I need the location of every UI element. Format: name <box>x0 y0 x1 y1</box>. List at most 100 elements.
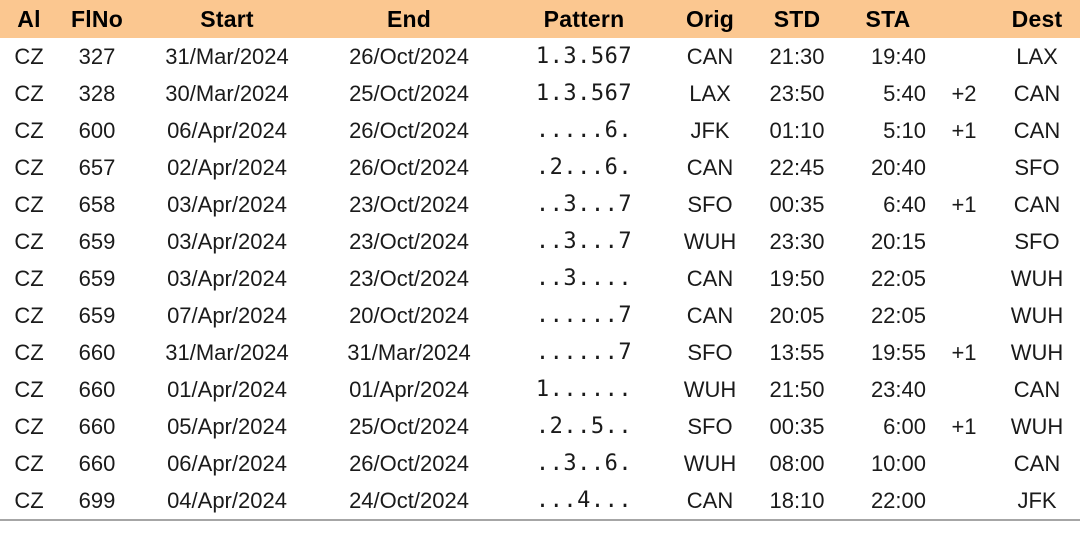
column-header-start: Start <box>200 6 254 32</box>
cell-sta: 10:00 <box>870 451 926 476</box>
cell-sta: 19:55 <box>870 340 926 365</box>
cell-offset <box>934 38 994 75</box>
cell-pattern: 1.3.567 <box>535 81 633 106</box>
cell-orig: WUH <box>683 229 737 254</box>
column-header-end: End <box>386 6 432 32</box>
cell-orig: CAN <box>686 44 734 69</box>
cell-end: 20/Oct/2024 <box>349 303 469 328</box>
table-row[interactable]: CZ 657 02/Apr/2024 26/Oct/2024 .2...6. CAN 22:… <box>0 149 1080 186</box>
cell-std: 13:55 <box>769 340 825 365</box>
cell-start: 03/Apr/2024 <box>167 192 287 217</box>
cell-pattern: ......7 <box>535 303 633 328</box>
cell-ai: CZ <box>14 303 44 328</box>
cell-sta: 22:05 <box>870 266 926 291</box>
cell-dest: SFO <box>1014 229 1060 254</box>
table-row[interactable]: CZ 600 06/Apr/2024 26/Oct/2024 .....6. JFK 01:… <box>0 112 1080 149</box>
table-row[interactable]: CZ 659 03/Apr/2024 23/Oct/2024 ..3...7 WUH 23:… <box>0 223 1080 260</box>
column-header-pattern: Pattern <box>543 6 625 32</box>
cell-pattern: 1.3.567 <box>535 44 633 69</box>
cell-sta: 22:00 <box>842 482 934 521</box>
cell-flno: 659 <box>78 266 116 291</box>
table-row[interactable]: CZ 660 31/Mar/2024 31/Mar/2024 ......7 SFO 13:… <box>0 334 1080 371</box>
cell-std: 00:35 <box>769 414 825 439</box>
cell-flno: 699 <box>58 482 136 521</box>
cell-ai: CZ <box>14 118 44 143</box>
cell-flno: 328 <box>78 81 116 106</box>
cell-offset <box>934 260 994 297</box>
cell-ai: CZ <box>14 155 44 180</box>
header-row: Al FlNo Start End Pattern Orig STD STA Dest <box>0 0 1080 38</box>
cell-offset <box>934 482 994 521</box>
cell-end: 26/Oct/2024 <box>349 118 469 143</box>
table-row[interactable]: CZ 660 06/Apr/2024 26/Oct/2024 ..3..6. WUH 08:… <box>0 445 1080 482</box>
cell-flno: 657 <box>78 155 116 180</box>
cell-flno: 660 <box>78 451 116 476</box>
cell-end: 26/Oct/2024 <box>349 155 469 180</box>
cell-dest: WUH <box>1010 414 1064 439</box>
cell-std: 21:50 <box>769 377 825 402</box>
column-header-sta: STA <box>865 6 911 32</box>
cell-start: 06/Apr/2024 <box>167 118 287 143</box>
cell-start: 03/Apr/2024 <box>167 229 287 254</box>
cell-pattern: .2..5.. <box>535 414 633 439</box>
cell-offset <box>934 297 994 334</box>
table-body: CZ 327 31/Mar/2024 26/Oct/2024 1.3.567 CAN 21:… <box>0 38 1080 521</box>
table-row[interactable]: CZ 660 05/Apr/2024 25/Oct/2024 .2..5.. SFO 00:… <box>0 408 1080 445</box>
cell-start: 07/Apr/2024 <box>167 303 287 328</box>
cell-flno: 660 <box>78 377 116 402</box>
cell-ai: CZ <box>14 266 44 291</box>
column-header-std: STD <box>773 6 821 32</box>
cell-sta: 19:40 <box>870 44 926 69</box>
table-row[interactable]: CZ 327 31/Mar/2024 26/Oct/2024 1.3.567 CAN 21:… <box>0 38 1080 75</box>
cell-dest: LAX <box>1016 44 1058 69</box>
cell-flno: 660 <box>78 414 116 439</box>
cell-std: 01:10 <box>769 118 825 143</box>
cell-end: 25/Oct/2024 <box>349 81 469 106</box>
cell-sta: 22:05 <box>870 303 926 328</box>
column-header-ai: Al <box>17 6 41 32</box>
cell-end: 31/Mar/2024 <box>347 340 471 365</box>
cell-pattern: ...4... <box>500 482 668 521</box>
table-row[interactable]: CZ 660 01/Apr/2024 01/Apr/2024 1...... WUH 21:… <box>0 371 1080 408</box>
cell-end: 26/Oct/2024 <box>349 44 469 69</box>
cell-std: 20:05 <box>769 303 825 328</box>
cell-flno: 659 <box>78 303 116 328</box>
cell-std: 22:45 <box>769 155 825 180</box>
cell-start: 31/Mar/2024 <box>165 340 289 365</box>
cell-offset: +2 <box>951 81 977 106</box>
table-row[interactable]: CZ 328 30/Mar/2024 25/Oct/2024 1.3.567 LAX 23:… <box>0 75 1080 112</box>
cell-std: 19:50 <box>769 266 825 291</box>
cell-orig: SFO <box>687 192 733 217</box>
cell-orig: SFO <box>687 340 733 365</box>
cell-end: 25/Oct/2024 <box>349 414 469 439</box>
table-row[interactable]: CZ 659 07/Apr/2024 20/Oct/2024 ......7 CAN 20:… <box>0 297 1080 334</box>
cell-ai: CZ <box>14 414 44 439</box>
table-row[interactable]: CZ 659 03/Apr/2024 23/Oct/2024 ..3.... CAN 19:… <box>0 260 1080 297</box>
table-header: Al FlNo Start End Pattern Orig STD STA Dest <box>0 0 1080 38</box>
cell-orig: CAN <box>686 266 734 291</box>
cell-flno: 600 <box>78 118 116 143</box>
cell-pattern: ......7 <box>535 340 633 365</box>
column-header-dest: Dest <box>1011 6 1063 32</box>
cell-orig: JFK <box>690 118 730 143</box>
cell-dest: CAN <box>1013 377 1061 402</box>
cell-std: 18:10 <box>752 482 842 521</box>
column-header-orig: Orig <box>685 6 735 32</box>
table-row[interactable]: CZ 658 03/Apr/2024 23/Oct/2024 ..3...7 SFO 00:… <box>0 186 1080 223</box>
cell-end: 23/Oct/2024 <box>349 266 469 291</box>
cell-start: 02/Apr/2024 <box>167 155 287 180</box>
cell-end: 23/Oct/2024 <box>349 192 469 217</box>
cell-orig: CAN <box>686 155 734 180</box>
cell-pattern: .....6. <box>535 118 633 143</box>
cell-start: 30/Mar/2024 <box>165 81 289 106</box>
cell-offset <box>934 445 994 482</box>
cell-orig: WUH <box>683 451 737 476</box>
cell-pattern: .2...6. <box>535 155 633 180</box>
cell-orig: LAX <box>689 81 731 106</box>
cell-dest: JFK <box>994 482 1080 521</box>
cell-std: 08:00 <box>769 451 825 476</box>
cell-start: 03/Apr/2024 <box>167 266 287 291</box>
cell-dest: SFO <box>1014 155 1060 180</box>
table-row[interactable]: CZ 699 04/Apr/2024 24/Oct/2024 ...4... CAN 18:… <box>0 482 1080 521</box>
cell-offset <box>934 149 994 186</box>
